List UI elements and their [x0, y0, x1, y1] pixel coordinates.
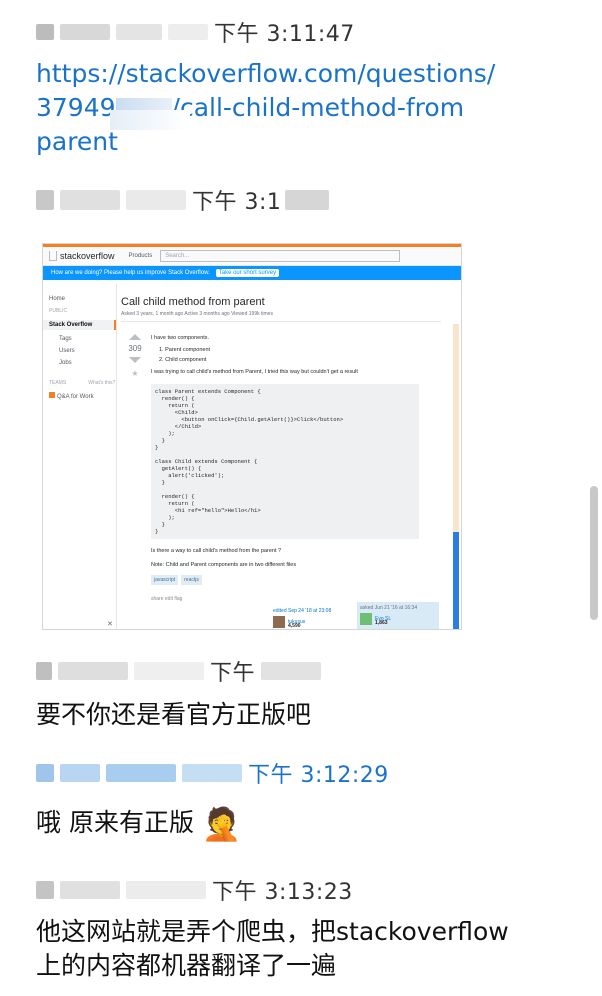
message-header: 下午 3:1	[36, 185, 335, 215]
close-icon[interactable]: ✕	[107, 620, 113, 628]
message-time: 下午 3:12:29	[248, 763, 389, 788]
blur-block	[106, 764, 176, 782]
link-line[interactable]: parent	[36, 125, 495, 159]
question-list-item: 2. Child component	[159, 357, 207, 363]
so-logo: stackoverflow	[60, 251, 115, 261]
question-paragraph: I was trying to call child's method from…	[151, 369, 358, 375]
stackoverflow-screenshot[interactable]: stackoverflow Products Search... How are…	[42, 243, 462, 630]
so-nav-products[interactable]: Products	[129, 253, 153, 259]
upvote-icon[interactable]	[129, 334, 141, 340]
facepalm-emoji: 🤦	[201, 805, 242, 843]
vote-count: 309	[128, 344, 142, 353]
blur-block	[261, 662, 322, 680]
sidebar-item-label: Q&A for Work	[57, 394, 94, 400]
message-time: 下午 3:13:23	[212, 880, 353, 905]
message-text: 哦 原来有正版 🤦	[36, 804, 246, 844]
tag[interactable]: reactjs	[181, 575, 202, 585]
asker-rep: 1,863	[375, 620, 388, 626]
message-time: 下午 3:1	[192, 190, 282, 215]
so-banner-text: How are we doing? Please help us improve…	[51, 270, 210, 276]
blur-block	[134, 662, 204, 680]
edited-date[interactable]: edited Sep 24 '18 at 23:08	[273, 608, 331, 614]
sender-avatar-blurred	[36, 662, 52, 680]
message-line: 他这网站就是弄个爬虫，把stackoverflow	[36, 917, 509, 946]
so-logo-icon	[49, 251, 57, 261]
so-banner-button[interactable]: Take our short survey	[215, 269, 280, 277]
edited-info: edited Sep 24 '18 at 23:08 tukusus 4,590	[273, 608, 331, 629]
sender-name-blurred	[60, 881, 120, 899]
scrollbar[interactable]	[590, 486, 598, 620]
vote-column: 309 ★	[121, 334, 149, 378]
so-banner: How are we doing? Please help us improve…	[43, 266, 461, 280]
blur-block	[126, 881, 206, 899]
so-side-public: PUBLIC	[49, 308, 68, 314]
blur-block	[168, 24, 208, 40]
blur-block	[116, 24, 162, 40]
so-side-whats-this[interactable]: What's this?	[88, 380, 115, 386]
avatar[interactable]	[360, 613, 372, 625]
question-title[interactable]: Call child method from parent	[121, 296, 461, 308]
downvote-icon[interactable]	[129, 357, 141, 363]
blur-block	[110, 110, 190, 130]
sender-avatar-blurred	[36, 764, 54, 782]
blur-block	[182, 764, 242, 782]
question-paragraph: I have two components.	[151, 335, 210, 341]
sender-name-blurred	[60, 190, 120, 210]
so-search[interactable]: Search...	[160, 250, 401, 262]
message-header: 下午	[36, 656, 327, 686]
so-side-home[interactable]: Home	[49, 296, 116, 302]
so-sidebar: Home PUBLIC Stack Overflow Tags Users Jo…	[43, 284, 117, 629]
sender-avatar-blurred	[36, 190, 54, 210]
link-fragment[interactable]: /call-child-method-from	[172, 93, 465, 122]
editor-rep: 4,590	[288, 623, 301, 629]
asked-date: asked Jun 21 '16 at 16:34	[360, 605, 418, 611]
so-side-jobs[interactable]: Jobs	[59, 360, 116, 366]
blur-block	[285, 190, 330, 210]
message-header: 下午 3:13:23	[36, 875, 353, 905]
sender-avatar-blurred	[36, 24, 54, 40]
briefcase-icon	[49, 392, 55, 398]
so-side-teams: TEAMS What's this?	[49, 380, 116, 386]
asked-info: asked Jun 21 '16 at 16:34 Evo SL 1,863	[357, 602, 439, 629]
message-header: 下午 3:11:47	[36, 17, 355, 47]
so-search-placeholder: Search...	[165, 253, 190, 259]
message-line: 上的内容都机器翻译了一遍	[36, 951, 337, 980]
question-paragraph: Note: Child and Parent components are in…	[151, 562, 297, 568]
question-meta: Asked 3 years, 1 month ago Active 3 mont…	[121, 311, 441, 322]
question-list-item: 1. Parent component	[159, 347, 211, 353]
avatar[interactable]	[273, 616, 285, 628]
question-body: I have two components. 1. Parent compone…	[151, 334, 419, 603]
so-side-tags[interactable]: Tags	[59, 336, 116, 342]
tag[interactable]: javascript	[151, 575, 179, 585]
tag-list: javascript reactjs	[151, 575, 419, 585]
sender-avatar-blurred	[36, 881, 54, 899]
so-side-stackoverflow[interactable]: Stack Overflow	[43, 320, 116, 330]
code-block: class Parent extends Component { render(…	[151, 384, 419, 539]
star-icon[interactable]: ★	[121, 369, 149, 378]
link-fragment[interactable]: 37949	[36, 93, 116, 122]
message-text: 要不你还是看官方正版吧	[36, 700, 312, 729]
so-question: Call child method from parent Asked 3 ye…	[121, 284, 461, 629]
sender-name-blurred	[60, 24, 110, 40]
sender-name-blurred	[60, 764, 100, 782]
message-time: 下午 3:11:47	[214, 22, 355, 47]
message-header: 下午 3:12:29	[36, 758, 389, 788]
message-text: 他这网站就是弄个爬虫，把stackoverflow 上的内容都机器翻译了一遍	[36, 915, 509, 983]
so-side-qa-for-work[interactable]: Q&A for Work	[49, 392, 116, 400]
message-link[interactable]: https://stackoverflow.com/questions/ 379…	[36, 57, 495, 159]
so-side-users[interactable]: Users	[59, 348, 116, 354]
link-line[interactable]: https://stackoverflow.com/questions/	[36, 57, 495, 91]
question-paragraph: Is there a way to call child's method fr…	[151, 548, 282, 554]
blur-block	[126, 190, 186, 210]
message-time: 下午	[210, 661, 256, 686]
sidebar-section-label: TEAMS	[49, 380, 67, 386]
link-line[interactable]: 37949/call-child-method-from	[36, 91, 495, 125]
sidebar-ad-strip	[453, 532, 459, 629]
sender-name-blurred	[58, 662, 128, 680]
message-text-content: 哦 原来有正版	[36, 808, 194, 837]
so-topbar: stackoverflow Products Search...	[43, 244, 461, 266]
